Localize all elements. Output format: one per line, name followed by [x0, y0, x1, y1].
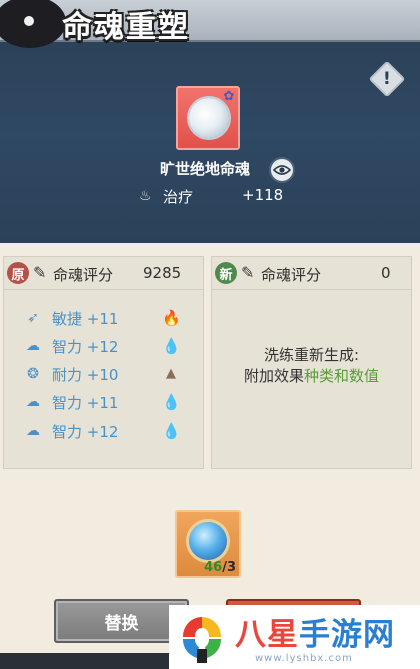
stamina-icon: ❂ — [27, 366, 39, 382]
soul-orb-icon — [189, 98, 229, 138]
reroll-note-line2: 附加效果种类和数值 — [212, 365, 411, 386]
reroll-material[interactable]: 46/3 — [175, 510, 241, 578]
gem-icon — [189, 522, 227, 560]
water-drop-icon: 💧 — [162, 422, 181, 440]
score-value: 0 — [381, 264, 391, 282]
attribute-row: ➶ 敏捷 +11 🔥 — [4, 306, 203, 330]
item-name: 旷世绝地命魂 — [160, 160, 251, 178]
flower-icon: ✿ — [223, 89, 235, 104]
original-tag: 原 — [7, 262, 29, 284]
fire-icon: 🔥 — [162, 309, 181, 327]
attribute-label: 智力 +11 — [52, 394, 119, 412]
watermark-brand-1: 八星 — [235, 617, 299, 653]
score-label: 命魂评分 — [53, 266, 114, 284]
watermark: 八星手游网 www.lyshbx.com — [169, 605, 420, 669]
intellect-icon: ☁ — [26, 394, 40, 410]
attribute-label: 智力 +12 — [52, 338, 119, 356]
item-banner: 命魂重塑 ! ✿ 旷世绝地命魂 ♨ 治疗 +118 — [0, 0, 420, 243]
watermark-brand: 八星手游网 — [235, 609, 395, 654]
page-title: 命魂重塑 — [62, 10, 190, 45]
brush-icon: ✎ — [33, 263, 47, 282]
original-panel: 原 ✎ 命魂评分 9285 ➶ 敏捷 +11 🔥 ☁ 智力 +12 💧 ❂ 耐力… — [3, 256, 204, 469]
note-prefix: 附加效果 — [243, 367, 304, 385]
new-panel: 新 ✎ 命魂评分 0 洗练重新生成: 附加效果种类和数值 — [211, 256, 412, 469]
help-button[interactable]: ! — [368, 60, 406, 98]
panel-header: 新 ✎ 命魂评分 0 — [212, 257, 411, 290]
brush-icon: ✎ — [241, 263, 255, 282]
attribute-label: 耐力 +10 — [52, 366, 119, 384]
watermark-brand-2: 手游网 — [299, 617, 395, 653]
attribute-row: ☁ 智力 +12 💧 — [4, 334, 203, 358]
item-icon[interactable]: ✿ — [176, 86, 240, 150]
water-drop-icon: 💧 — [162, 393, 181, 411]
new-tag: 新 — [215, 262, 237, 284]
note-highlight: 种类和数值 — [304, 367, 380, 385]
attribute-row: ❂ 耐力 +10 ▲ — [4, 362, 203, 386]
attribute-label: 智力 +12 — [52, 423, 119, 441]
help-icon: ! — [368, 60, 406, 98]
score-value: 9285 — [143, 264, 182, 282]
panel-header: 原 ✎ 命魂评分 9285 — [4, 257, 203, 290]
heal-stat: ♨ 治疗 +118 — [139, 186, 299, 208]
title-bar: 命魂重塑 — [0, 0, 420, 48]
score-label: 命魂评分 — [261, 266, 322, 284]
mountain-icon: ▲ — [166, 366, 176, 381]
watermark-url: www.lyshbx.com — [255, 653, 353, 664]
agility-icon: ➶ — [27, 310, 39, 326]
attribute-row: ☁ 智力 +12 💧 — [4, 419, 203, 443]
material-need: /3 — [222, 560, 236, 575]
water-drop-icon: 💧 — [162, 337, 181, 355]
intellect-icon: ☁ — [26, 423, 40, 439]
attribute-row: ☁ 智力 +11 💧 — [4, 390, 203, 414]
eye-icon — [273, 165, 291, 175]
watermark-logo — [183, 617, 221, 663]
attribute-label: 敏捷 +11 — [52, 310, 119, 328]
preview-button[interactable] — [269, 157, 295, 183]
stat-label: 治疗 — [163, 188, 194, 206]
heal-icon: ♨ — [139, 188, 152, 204]
intellect-icon: ☁ — [26, 338, 40, 354]
material-count: 46/3 — [204, 560, 236, 575]
mascot-icon — [0, 0, 66, 48]
stat-value: +118 — [242, 186, 284, 204]
material-have: 46 — [204, 560, 223, 575]
reroll-note-line1: 洗练重新生成: — [263, 346, 360, 364]
